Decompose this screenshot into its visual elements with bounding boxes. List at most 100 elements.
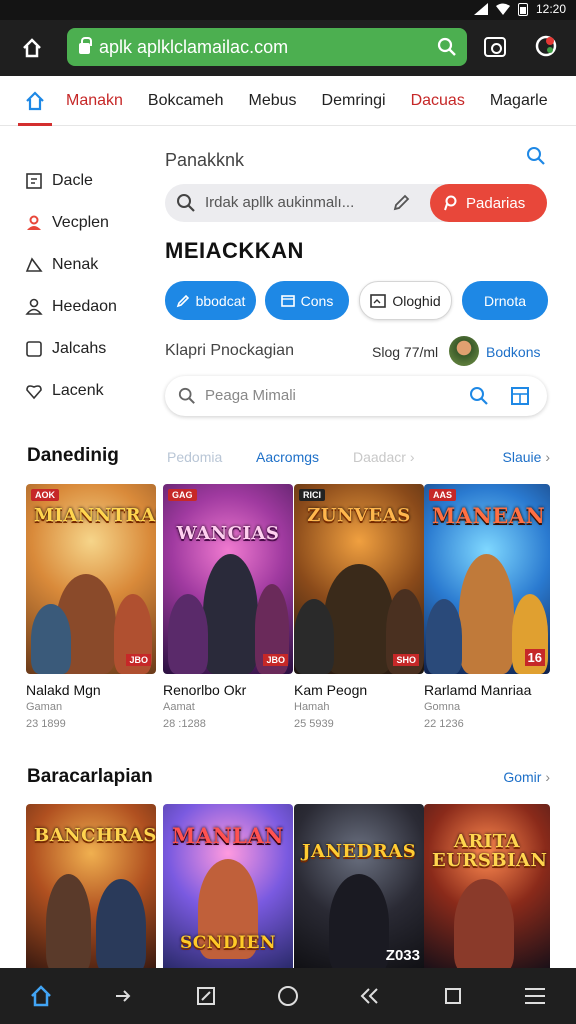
game-cover[interactable]: ARITA EURSBIAN [424,804,550,968]
sidebar-item-lacenk[interactable]: Lacenk [24,370,144,412]
tab-dacuas[interactable]: Dacuas [411,92,465,110]
cover-title: MANLAN [172,823,284,848]
cover-tag: AOK [31,489,59,501]
game-cover[interactable]: AOK MIANNTRAS JBO [26,484,156,674]
search-icon [177,194,195,212]
sidebar-item-jalcahs[interactable]: Jalcahs [24,328,144,370]
game-card[interactable]: GAG WANCIAS JBO Renorlbo Okr Aamat 28 :1… [163,484,293,730]
chip-label: Cons [300,292,334,309]
nav-home-button[interactable] [21,976,61,1016]
camera-icon[interactable] [484,37,506,57]
chevron-right-icon: › [409,449,415,465]
cover-tag: GAG [168,489,197,501]
square-icon [24,339,44,359]
home-icon [23,38,41,58]
game-count: 25 5939 [294,718,334,730]
game-cover[interactable]: GAG WANCIAS JBO [163,484,293,674]
zoom-search-icon[interactable] [469,386,489,406]
search-placeholder: Irdak apllk aukinmalı... [205,194,355,211]
layout-icon[interactable] [510,386,530,406]
secondary-search-placeholder: Peaga Mimali [205,387,296,404]
game-card[interactable]: ARITA EURSBIAN [424,804,550,968]
game-name: Kam Peogn [294,682,368,698]
forward-icon [116,990,131,1002]
nav-square-button[interactable] [433,976,473,1016]
game-genre: Gaman [26,701,63,713]
cover-title: BANCHRAS [34,825,156,846]
sidebar-item-label: Heedaon [52,298,117,315]
cover-footer: SCNDIEN [179,933,277,953]
battery-icon [517,2,528,16]
game-cover[interactable]: RICI ZUNVEAS SHO [294,484,424,674]
search-icon[interactable] [526,146,546,166]
tab-demringi[interactable]: Demringi [322,92,386,110]
section-filters: Pedomia Aacromgs Daadacr › [167,449,415,465]
game-count: 22 1236 [424,718,464,730]
cover-badge: SHO [393,654,419,666]
address-bar[interactable]: aplk aplklclamailac.com [67,28,467,66]
search-icon[interactable] [437,37,457,57]
home-icon [26,90,44,110]
section-title: Danedinig [27,445,119,466]
chip-ologhid[interactable]: Ologhid [359,281,452,320]
archive-icon [24,171,44,191]
filter-aacromgs[interactable]: Aacromgs [256,449,353,465]
chevron-right-icon: › [545,449,550,465]
edit-icon [196,987,215,1005]
sidebar-item-dacle[interactable]: Dacle [24,160,144,202]
game-count: 28 :1288 [163,718,206,730]
game-card[interactable]: RICI ZUNVEAS SHO Kam Peogn Hamah 25 5939 [294,484,424,730]
browser-home-button[interactable] [18,34,46,62]
nav-back-button[interactable] [350,976,390,1016]
cover-title: MANEAN [432,503,546,528]
chip-drnota[interactable]: Drnota [462,281,548,320]
game-cover[interactable]: AAS MANEAN 16 [424,484,550,674]
see-all-link[interactable]: Slauie › [503,449,550,465]
game-card[interactable]: JANEDRAS Z033 [294,804,424,968]
search-submit-label: Padarias [466,194,526,212]
game-genre: Aamat [163,701,195,713]
circle-icon [277,986,298,1006]
search-submit-button[interactable]: Padarias [430,184,547,222]
back-double-icon [360,988,378,1004]
filter-pedomia[interactable]: Pedomia [167,449,256,465]
folder-icon [370,293,387,308]
tab-mebus[interactable]: Mebus [249,92,297,110]
sidebar-item-heedaon[interactable]: Heedaon [24,286,144,328]
tab-manakn[interactable]: Manakn [66,92,123,110]
game-cover[interactable]: MANLAN SCNDIEN [163,804,293,968]
home-icon [31,985,52,1007]
cover-tag: RICI [299,489,325,501]
see-all-link[interactable]: Gomir › [503,769,550,785]
secondary-search-input[interactable]: Peaga Mimali [165,376,547,416]
nav-menu-button[interactable] [515,976,555,1016]
game-cover[interactable]: JANEDRAS Z033 [294,804,424,968]
chip-cons[interactable]: Cons [265,281,349,320]
tab-magarle[interactable]: Magarle [490,92,548,110]
grid-icon [280,294,295,307]
tab-home[interactable] [18,76,52,126]
filter-daadacr[interactable]: Daadacr [353,449,406,465]
cover-footer: Z033 [385,947,420,964]
nav-edit-button[interactable] [186,976,226,1016]
tab-bokcameh[interactable]: Bokcameh [148,92,224,110]
info-meta: Slog 77/ml [372,344,439,360]
nav-forward-button[interactable] [103,976,143,1016]
avatar[interactable] [449,336,479,366]
extensions-icon[interactable] [534,34,558,58]
game-card[interactable]: BANCHRAS [26,804,156,968]
game-count: 23 1899 [26,718,66,730]
user-name-link[interactable]: Bodkons [486,344,540,360]
game-cover[interactable]: BANCHRAS [26,804,156,968]
game-card[interactable]: AOK MIANNTRAS JBO Nalakd Mgn Gaman 23 18… [26,484,156,730]
pencil-icon[interactable] [391,193,411,213]
cover-badge: 16 [524,649,545,666]
game-card[interactable]: AAS MANEAN 16 Rarlamd Manriaa Gomna 22 1… [424,484,550,730]
sidebar-item-vecplen[interactable]: Vecplen [24,202,144,244]
sidebar-item-nenak[interactable]: Nenak [24,244,144,286]
nav-circle-button[interactable] [268,976,308,1016]
bottom-navigation [0,968,576,1024]
chip-bbodcat[interactable]: bbodcat [165,281,256,320]
game-name: Nalakd Mgn [26,682,101,698]
game-card[interactable]: MANLAN SCNDIEN [163,804,293,968]
